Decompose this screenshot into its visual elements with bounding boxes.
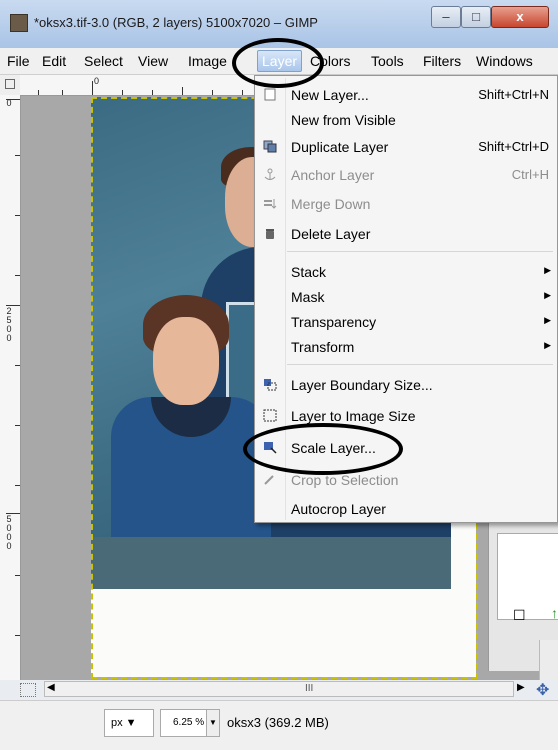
scroll-grip: III [305, 683, 314, 694]
horizontal-scrollbar[interactable]: ◀ III [44, 681, 514, 697]
minimize-button[interactable]: – [431, 6, 461, 28]
menu-item-duplicate-layer[interactable]: Duplicate Layer Shift+Ctrl+D [255, 134, 557, 159]
arrow-up-icon[interactable]: ↑ [551, 605, 558, 621]
menu-item-stack[interactable]: Stack ▶ [255, 259, 557, 284]
gimp-app-icon [10, 14, 28, 32]
close-button[interactable]: x [491, 6, 549, 28]
document-icon[interactable]: ☐ [513, 607, 526, 624]
ruler-top-label: 0 [94, 76, 100, 86]
zoom-select[interactable]: 6.25 % ▼ [160, 709, 220, 737]
new-layer-icon [264, 88, 276, 101]
annotation-circle-scale-layer [243, 423, 403, 475]
menu-item-transform[interactable]: Transform ▶ [255, 334, 557, 359]
submenu-arrow-icon: ▶ [544, 340, 551, 350]
navigate-icon[interactable]: ✥ [536, 680, 549, 700]
menu-item-transparency[interactable]: Transparency ▶ [255, 309, 557, 334]
vertical-scrollbar[interactable] [539, 640, 558, 680]
scroll-left-icon[interactable]: ◀ [47, 682, 55, 693]
scroll-right-icon[interactable]: ▶ [517, 682, 525, 693]
ruler-left-label: 2500 [6, 306, 12, 343]
trash-icon [266, 229, 274, 239]
dock-list [497, 533, 558, 620]
anchor-icon [264, 168, 276, 180]
menu-filters[interactable]: Filters [423, 53, 461, 69]
menu-tools[interactable]: Tools [371, 53, 404, 69]
window-title: *oksx3.tif-3.0 (RGB, 2 layers) 5100x7020… [34, 15, 318, 30]
ruler-menu-icon [5, 79, 15, 89]
menu-item-merge-down[interactable]: Merge Down [255, 191, 557, 216]
chevron-down-icon[interactable]: ▼ [206, 710, 219, 736]
menu-item-anchor-layer[interactable]: Anchor Layer Ctrl+H [255, 162, 557, 187]
zoom-value: 6.25 % [173, 717, 205, 728]
menu-item-layer-boundary-size[interactable]: Layer Boundary Size... [255, 372, 557, 397]
unit-value: px [111, 717, 123, 729]
unit-select[interactable]: px ▼ [104, 709, 154, 737]
annotation-circle-layer-menu [232, 38, 324, 88]
merge-down-icon [264, 199, 277, 209]
submenu-arrow-icon: ▶ [544, 315, 551, 325]
maximize-button[interactable]: □ [461, 6, 491, 28]
menu-item-delete-layer[interactable]: Delete Layer [255, 221, 557, 246]
menu-windows[interactable]: Windows [476, 53, 533, 69]
layer-to-image-icon [263, 409, 277, 422]
status-info: oksx3 (369.2 MB) [227, 715, 329, 730]
statusbar: px ▼ 6.25 % ▼ oksx3 (369.2 MB) [0, 700, 558, 750]
menu-image[interactable]: Image [188, 53, 227, 69]
menu-item-autocrop-layer[interactable]: Autocrop Layer [255, 496, 557, 521]
menu-view[interactable]: View [138, 53, 168, 69]
menu-item-new-from-visible[interactable]: New from Visible [255, 107, 557, 132]
menu-select[interactable]: Select [84, 53, 123, 69]
crop-icon [264, 475, 274, 485]
menu-file[interactable]: File [7, 53, 30, 69]
ruler-left-label: 0 [6, 98, 12, 108]
quick-mask-icon[interactable] [20, 683, 36, 697]
submenu-arrow-icon: ▶ [544, 265, 551, 275]
vertical-ruler[interactable]: 0 2500 5000 [0, 95, 21, 680]
duplicate-layer-icon [263, 140, 277, 153]
layer-boundary-icon [264, 379, 277, 391]
menu-edit[interactable]: Edit [42, 53, 66, 69]
menu-item-new-layer[interactable]: New Layer... Shift+Ctrl+N [255, 82, 557, 107]
ruler-corner-button[interactable] [0, 75, 21, 96]
ruler-left-label: 5000 [6, 514, 12, 551]
submenu-arrow-icon: ▶ [544, 290, 551, 300]
menu-item-mask[interactable]: Mask ▶ [255, 284, 557, 309]
